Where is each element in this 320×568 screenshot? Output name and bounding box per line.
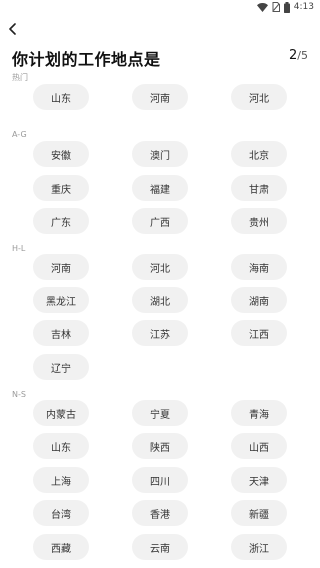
status-bar: 4:13 [0, 0, 320, 14]
province-chip[interactable]: 广东 [33, 208, 89, 234]
province-chip[interactable]: 黑龙江 [33, 287, 89, 313]
wifi-icon [256, 2, 268, 12]
page-title: 你计划的工作地点是 [12, 50, 161, 69]
chip-row: 内蒙古 宁夏 青海 [0, 400, 320, 426]
battery-icon [283, 1, 290, 13]
chip-row: 吉林 江苏 江西 [0, 320, 320, 346]
province-chip[interactable]: 澳门 [132, 141, 188, 167]
section-label-h-l: H-L [12, 244, 26, 253]
province-chip[interactable]: 云南 [132, 534, 188, 560]
step-progress: 2/5 [289, 48, 308, 63]
section-label-a-g: A-G [12, 130, 27, 139]
section-label-n-s: N-S [12, 390, 26, 399]
province-chip[interactable]: 江西 [231, 320, 287, 346]
chip-row: 山东 河南 河北 [0, 84, 320, 110]
province-chip[interactable]: 上海 [33, 467, 89, 493]
province-chip[interactable]: 河南 [132, 84, 188, 110]
province-chip[interactable]: 山西 [231, 433, 287, 459]
province-chip[interactable]: 湖南 [231, 287, 287, 313]
province-chip[interactable]: 河南 [33, 254, 89, 280]
province-chip[interactable]: 陕西 [132, 433, 188, 459]
province-chip[interactable]: 内蒙古 [33, 400, 89, 426]
province-chip[interactable]: 宁夏 [132, 400, 188, 426]
province-chip[interactable]: 江苏 [132, 320, 188, 346]
province-chip[interactable]: 山东 [33, 433, 89, 459]
province-chip[interactable]: 台湾 [33, 500, 89, 526]
province-chip[interactable]: 北京 [231, 141, 287, 167]
province-chip[interactable]: 西藏 [33, 534, 89, 560]
province-chip[interactable]: 贵州 [231, 208, 287, 234]
province-chip[interactable]: 甘肃 [231, 175, 287, 201]
province-chip[interactable]: 四川 [132, 467, 188, 493]
chip-row: 西藏 云南 浙江 [0, 534, 320, 560]
chip-row: 台湾 香港 新疆 [0, 500, 320, 526]
progress-total: /5 [297, 49, 308, 62]
province-chip[interactable]: 安徽 [33, 141, 89, 167]
province-chip[interactable]: 湖北 [132, 287, 188, 313]
chip-row: 重庆 福建 甘肃 [0, 175, 320, 201]
province-chip[interactable]: 浙江 [231, 534, 287, 560]
back-button[interactable] [4, 20, 22, 38]
chip-row: 广东 广西 贵州 [0, 208, 320, 234]
chip-row: 辽宁 [0, 354, 320, 380]
chip-row: 山东 陕西 山西 [0, 433, 320, 459]
section-label-popular: 热门 [12, 73, 28, 82]
province-chip[interactable]: 海南 [231, 254, 287, 280]
province-chip[interactable]: 香港 [132, 500, 188, 526]
chip-row: 上海 四川 天津 [0, 467, 320, 493]
chevron-left-icon [8, 23, 18, 35]
province-chip[interactable]: 吉林 [33, 320, 89, 346]
province-chip[interactable]: 新疆 [231, 500, 287, 526]
province-chip[interactable]: 广西 [132, 208, 188, 234]
province-chip[interactable]: 河北 [231, 84, 287, 110]
chip-row: 黑龙江 湖北 湖南 [0, 287, 320, 313]
province-chip[interactable]: 河北 [132, 254, 188, 280]
province-chip[interactable]: 辽宁 [33, 354, 89, 380]
chip-row: 河南 河北 海南 [0, 254, 320, 280]
province-chip[interactable]: 重庆 [33, 175, 89, 201]
province-chip[interactable]: 青海 [231, 400, 287, 426]
status-time: 4:13 [293, 2, 314, 12]
chip-row: 安徽 澳门 北京 [0, 141, 320, 167]
province-chip[interactable]: 山东 [33, 84, 89, 110]
province-chip[interactable]: 福建 [132, 175, 188, 201]
province-chip[interactable]: 天津 [231, 467, 287, 493]
no-sim-icon [272, 2, 280, 12]
